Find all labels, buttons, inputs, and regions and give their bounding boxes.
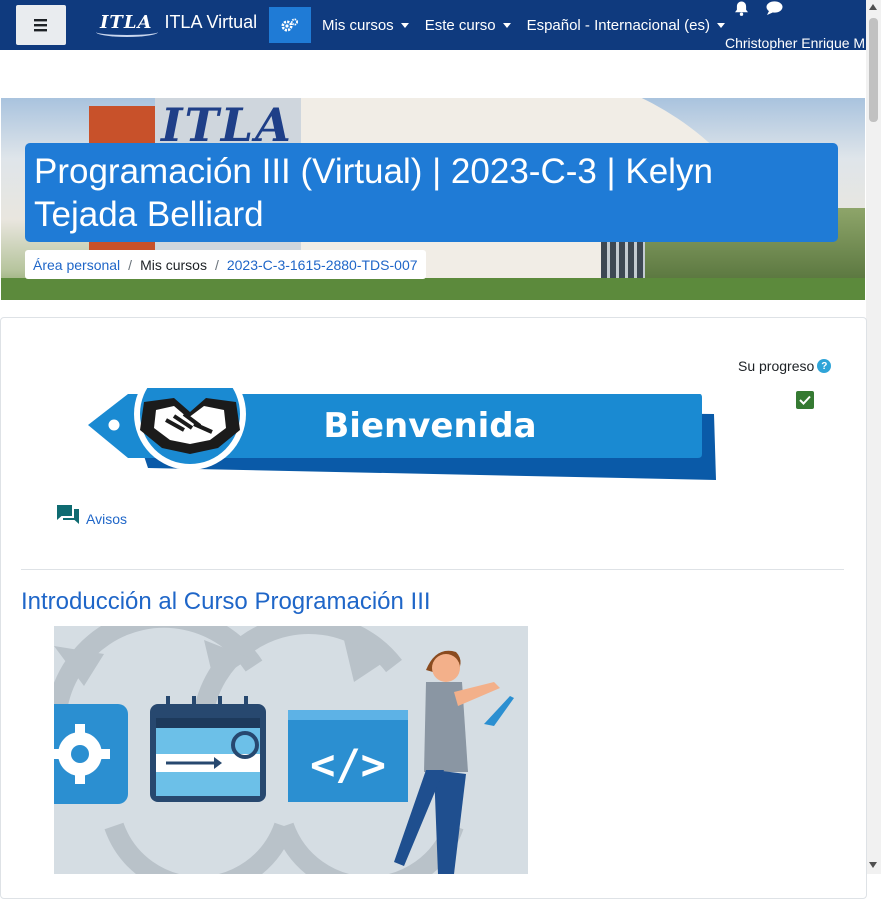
caret-down-icon [400, 22, 409, 28]
course-intro-image: </> [44, 607, 528, 897]
scroll-up-arrow-icon[interactable] [869, 4, 877, 10]
menu-mis-cursos[interactable]: Mis cursos [322, 17, 409, 34]
scroll-down-arrow-icon[interactable] [869, 862, 877, 868]
user-menu[interactable]: Christopher Enrique M [725, 35, 866, 51]
activity-label[interactable]: Avisos [86, 511, 127, 527]
menu-language[interactable]: Español - Internacional (es) [527, 17, 725, 34]
breadcrumb: Área personal / Mis cursos / 2023-C-3-16… [25, 250, 426, 279]
caret-down-icon [717, 22, 725, 28]
forum-icon [57, 505, 79, 524]
caret-down-icon [502, 22, 511, 28]
section-title[interactable]: Introducción al Curso Programación III [21, 588, 431, 616]
main-menu: Mis cursos Este curso Español - Internac… [322, 0, 725, 50]
code-window-icon: </> [288, 710, 408, 802]
progress-indicator: Su progreso ? [738, 358, 832, 374]
scroll-thumb[interactable] [869, 18, 878, 122]
nav-icons [733, 0, 784, 17]
welcome-banner: Bienvenida [88, 358, 720, 489]
menu-este-curso[interactable]: Este curso [425, 17, 511, 34]
hamburger-icon [34, 19, 47, 32]
breadcrumb-course[interactable]: 2023-C-3-1615-2880-TDS-007 [227, 257, 418, 273]
progress-label: Su progreso [738, 358, 815, 374]
top-navbar: ITLA ITLA Virtual Mis cursos Este curso … [0, 0, 866, 51]
menu-label: Este curso [424, 16, 496, 34]
cogs-icon [281, 18, 298, 32]
svg-text:</>: </> [310, 740, 386, 789]
breadcrumb-mis-cursos: Mis cursos [140, 256, 207, 273]
completion-checkbox[interactable] [796, 391, 814, 409]
activity-avisos[interactable]: Avisos [56, 503, 127, 527]
menu-label: Español - Internacional (es) [526, 16, 710, 34]
chat-icon[interactable] [765, 0, 784, 17]
bell-icon[interactable] [733, 0, 750, 17]
site-brand[interactable]: ITLA ITLA Virtual [95, 12, 258, 37]
site-name: ITLA Virtual [164, 12, 258, 32]
banner-grass [1, 278, 865, 300]
menu-label: Mis cursos [322, 16, 394, 34]
course-admin-button[interactable] [269, 7, 311, 43]
section-divider [21, 569, 844, 570]
breadcrumb-separator: / [214, 256, 219, 273]
breadcrumb-area-personal[interactable]: Área personal [33, 257, 120, 273]
help-icon[interactable]: ? [817, 359, 832, 373]
welcome-text: Bienvenida [323, 406, 536, 446]
brand-logo: ITLA [95, 12, 159, 37]
breadcrumb-separator: / [128, 256, 133, 273]
calendar-icon [150, 696, 266, 802]
page-title: Programación III (Virtual) | 2023-C-3 | … [25, 143, 838, 242]
page-scrollbar[interactable] [866, 0, 881, 874]
check-icon [799, 395, 811, 405]
welcome-banner-graphic: Bienvenida [88, 358, 716, 480]
drawer-toggle-button[interactable] [16, 5, 66, 45]
